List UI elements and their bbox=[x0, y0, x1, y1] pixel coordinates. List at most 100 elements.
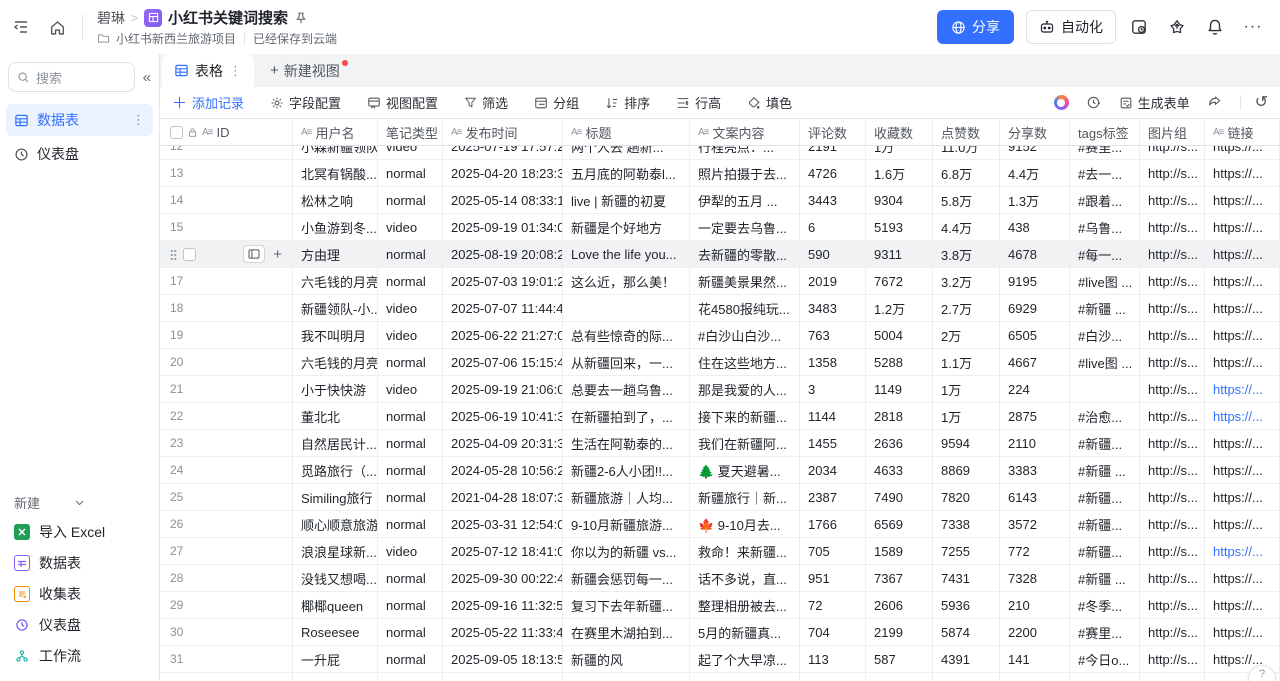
column-header-comments[interactable]: 评论数 bbox=[800, 119, 866, 146]
cell-content[interactable]: 起了个大早凉... bbox=[690, 646, 800, 673]
cell-user[interactable]: 顺心顺意旅游 bbox=[293, 511, 378, 538]
cell-type[interactable]: normal bbox=[378, 403, 443, 430]
cell-user[interactable]: 小于快快游 bbox=[293, 376, 378, 403]
cell-tags[interactable] bbox=[1070, 376, 1140, 403]
table-row[interactable]: +方由理normal2025-08-19 20:08:22Love the li… bbox=[160, 241, 1280, 268]
notification-bell-icon[interactable] bbox=[1204, 16, 1226, 38]
column-header-tags[interactable]: tags标签 bbox=[1070, 119, 1140, 146]
cell-type[interactable]: normal bbox=[378, 430, 443, 457]
cell-time[interactable]: 2025-06-19 10:41:32 bbox=[443, 403, 563, 430]
item-more-icon[interactable]: ⋮ bbox=[132, 112, 145, 128]
cell-images[interactable]: http://s... bbox=[1140, 268, 1205, 295]
cell-user[interactable]: 我不叫明月 bbox=[293, 322, 378, 349]
tab-grid-view[interactable]: 表格 ⋮ bbox=[162, 54, 254, 87]
cell-title[interactable]: live | 新疆的初夏 bbox=[563, 187, 690, 214]
cell-comments[interactable]: 763 bbox=[800, 322, 866, 349]
cell-type[interactable]: normal bbox=[378, 565, 443, 592]
cell-shares[interactable]: 4.4万 bbox=[1000, 160, 1070, 187]
cell-time[interactable]: 2025-05-22 11:33:46 bbox=[443, 619, 563, 646]
cell-collects[interactable]: 1589 bbox=[866, 538, 933, 565]
cell-content[interactable]: 整理相册被去... bbox=[690, 592, 800, 619]
cell-user[interactable]: 一升屁 bbox=[293, 646, 378, 673]
cell-type[interactable]: normal bbox=[378, 187, 443, 214]
cell-comments[interactable]: 113 bbox=[800, 646, 866, 673]
cell-shares[interactable]: 141 bbox=[1000, 646, 1070, 673]
share-view-icon[interactable] bbox=[1204, 92, 1226, 114]
column-header-link[interactable]: A≡链接 bbox=[1205, 119, 1280, 146]
cell-collects[interactable]: 1.6万 bbox=[866, 160, 933, 187]
field-config-button[interactable]: 字段配置 bbox=[257, 93, 354, 112]
cell-id[interactable]: 19 bbox=[160, 322, 293, 349]
cell-likes[interactable]: 7820 bbox=[933, 484, 1000, 511]
cell-images[interactable]: http://s... bbox=[1140, 146, 1205, 160]
cell-title[interactable]: 你以为的新疆 vs... bbox=[563, 538, 690, 565]
cell-shares[interactable]: 6929 bbox=[1000, 295, 1070, 322]
cell-type[interactable]: normal bbox=[378, 160, 443, 187]
link-text[interactable]: https://... bbox=[1213, 436, 1263, 451]
cell-likes[interactable]: 3.8万 bbox=[933, 241, 1000, 268]
new-section-header[interactable]: 新建 bbox=[6, 488, 153, 516]
cell-id[interactable]: 28 bbox=[160, 565, 293, 592]
cell-images[interactable]: http://s... bbox=[1140, 565, 1205, 592]
cell-likes[interactable]: 5874 bbox=[933, 619, 1000, 646]
cell-tags[interactable]: #赛里... bbox=[1070, 146, 1140, 160]
cell-time[interactable]: 2025-06-22 21:27:03 bbox=[443, 322, 563, 349]
cell-shares[interactable]: 4678 bbox=[1000, 241, 1070, 268]
column-header-content[interactable]: A≡文案内容 bbox=[690, 119, 800, 146]
project-name[interactable]: 小红书新西兰旅游项目 bbox=[116, 30, 236, 47]
link-text[interactable]: https://... bbox=[1213, 652, 1263, 667]
column-header-time[interactable]: A≡发布时间 bbox=[443, 119, 563, 146]
search-input[interactable]: 搜索 bbox=[8, 62, 135, 92]
cell-type[interactable]: normal bbox=[378, 241, 443, 268]
cell-title[interactable]: 两个人去 趟新... bbox=[563, 146, 690, 160]
cell-title[interactable]: 在赛里木湖拍到... bbox=[563, 619, 690, 646]
cell-content[interactable]: 花4580报纯玩... bbox=[690, 295, 800, 322]
cell-user[interactable]: 六毛钱的月亮 bbox=[293, 268, 378, 295]
table-row[interactable]: 28没钱又想喝...normal2025-09-30 00:22:48新疆会惩罚… bbox=[160, 565, 1280, 592]
cell-comments[interactable]: 2191 bbox=[800, 146, 866, 160]
cell-content[interactable]: #白沙山白沙... bbox=[690, 322, 800, 349]
cell-link[interactable]: https://... bbox=[1205, 430, 1280, 457]
cell-tags[interactable]: #每一... bbox=[1070, 241, 1140, 268]
pin-icon[interactable] bbox=[294, 11, 308, 25]
link-text[interactable]: https://... bbox=[1213, 382, 1263, 397]
cell-collects[interactable]: 2606 bbox=[866, 592, 933, 619]
cell-user[interactable]: 新疆领队-小... bbox=[293, 295, 378, 322]
table-row[interactable]: 29椰椰queennormal2025-09-16 11:32:51复习下去年新… bbox=[160, 592, 1280, 619]
cell-shares[interactable]: 2875 bbox=[1000, 403, 1070, 430]
cell-likes[interactable]: 8869 bbox=[933, 457, 1000, 484]
cell-tags[interactable]: #新疆... bbox=[1070, 538, 1140, 565]
cell-type[interactable]: video bbox=[378, 538, 443, 565]
cell-tags[interactable]: #去一... bbox=[1070, 160, 1140, 187]
cell-shares[interactable]: 2110 bbox=[1000, 430, 1070, 457]
cell-link[interactable]: https://... bbox=[1205, 322, 1280, 349]
sidebar-toggle-icon[interactable] bbox=[10, 16, 32, 38]
cell-content[interactable]: 新疆旅行｜新... bbox=[690, 484, 800, 511]
cell-content[interactable]: 那是我爱的人... bbox=[690, 376, 800, 403]
table-row[interactable]: 20六毛钱的月亮normal2025-07-06 15:15:40从新疆回来，一… bbox=[160, 349, 1280, 376]
cell-shares[interactable]: 224 bbox=[1000, 376, 1070, 403]
ai-record-ring-icon[interactable] bbox=[1054, 95, 1069, 110]
sort-button[interactable]: 排序 bbox=[592, 93, 663, 112]
new-item-import-excel[interactable]: 导入 Excel bbox=[6, 516, 153, 547]
cell-shares[interactable]: 6143 bbox=[1000, 484, 1070, 511]
table-row[interactable]: 13北冥有锅酸...normal2025-04-20 18:23:39五月底的阿… bbox=[160, 160, 1280, 187]
undo-icon[interactable]: ↺ bbox=[1255, 95, 1268, 111]
cell-comments[interactable]: 1766 bbox=[800, 511, 866, 538]
cell-time[interactable]: 2025-04-09 20:31:31 bbox=[443, 430, 563, 457]
cell-content[interactable]: 🍁 9-10月去... bbox=[690, 511, 800, 538]
cell-tags[interactable]: #新疆 ... bbox=[1070, 295, 1140, 322]
cell-content[interactable]: 🌲 夏天避暑... bbox=[690, 457, 800, 484]
cell-user[interactable]: Similing旅行 bbox=[293, 484, 378, 511]
cell-content[interactable]: 行程亮点：... bbox=[690, 146, 800, 160]
cell-id[interactable]: 15 bbox=[160, 214, 293, 241]
cell-collects[interactable]: 7367 bbox=[866, 565, 933, 592]
cell-title[interactable]: 复习下去年新疆... bbox=[563, 592, 690, 619]
column-header-type[interactable]: 笔记类型 bbox=[378, 119, 443, 146]
cell-type[interactable]: video bbox=[378, 295, 443, 322]
cell-images[interactable]: http://s... bbox=[1140, 646, 1205, 673]
link-text[interactable]: https://... bbox=[1213, 247, 1263, 262]
view-config-button[interactable]: 视图配置 bbox=[354, 93, 451, 112]
table-row[interactable]: 22董北北normal2025-06-19 10:41:32在新疆拍到了，...… bbox=[160, 403, 1280, 430]
cell-id[interactable]: 23 bbox=[160, 430, 293, 457]
